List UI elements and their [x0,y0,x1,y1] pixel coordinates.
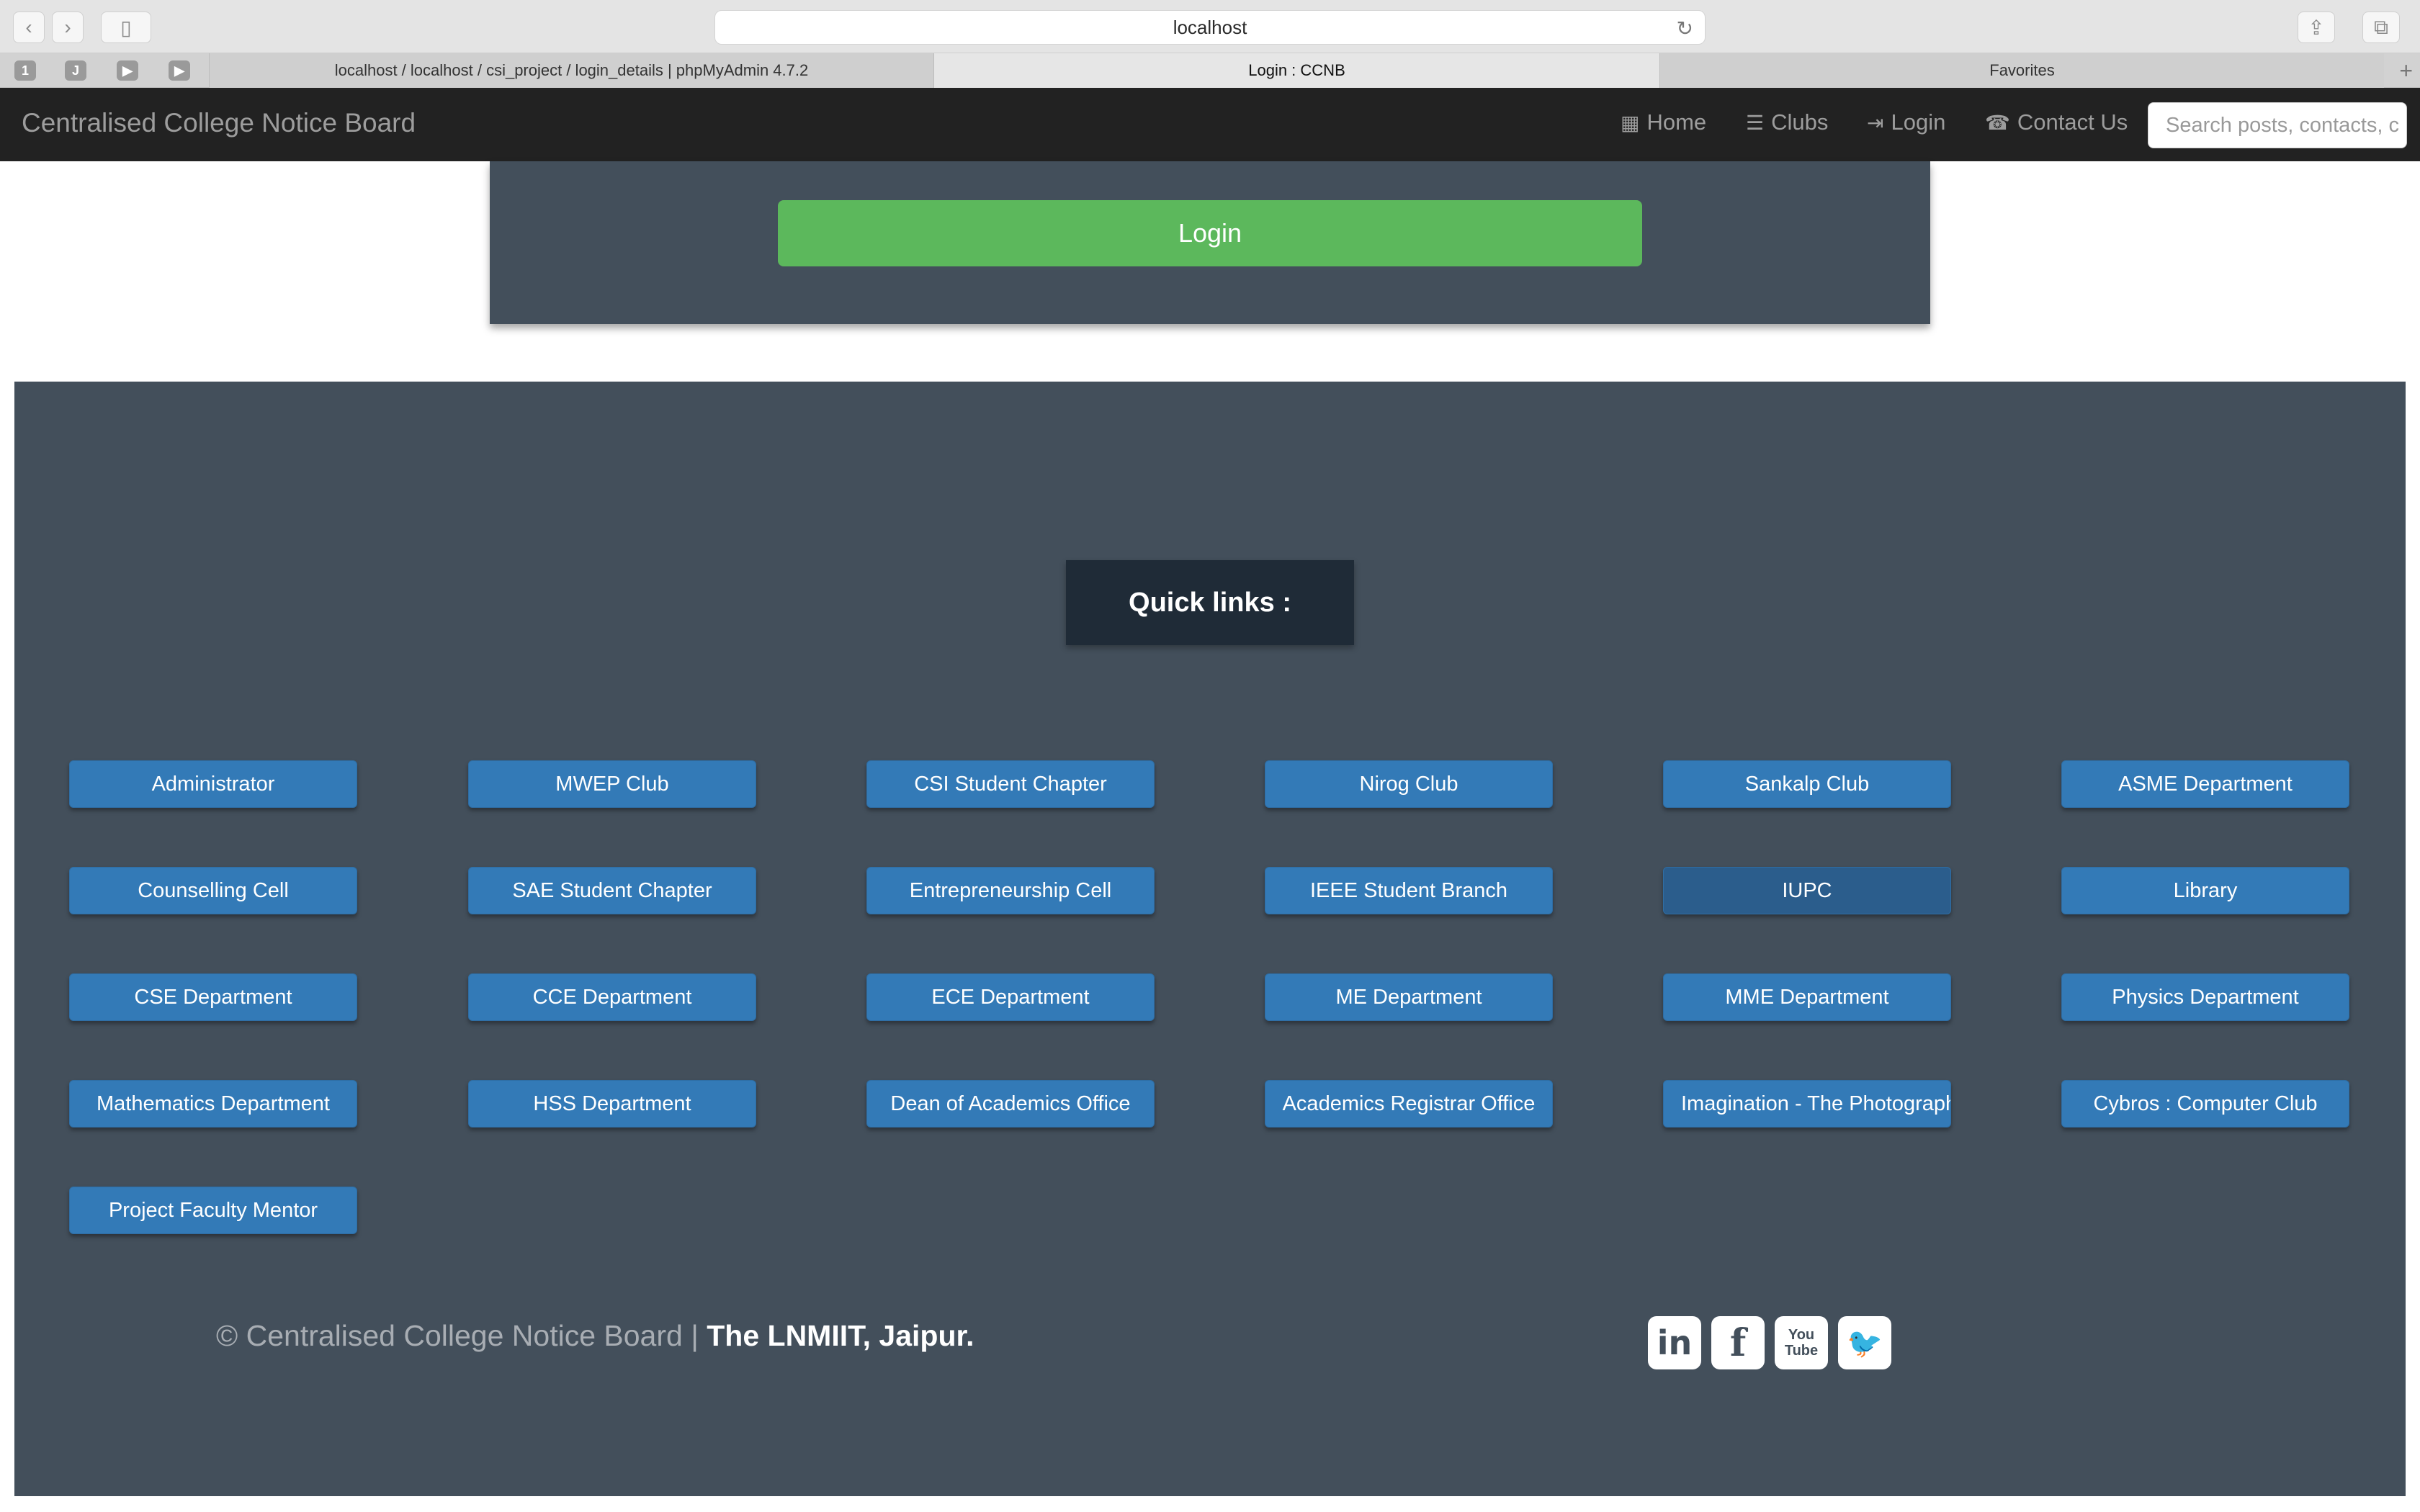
nav-login-label: Login [1891,109,1946,135]
quick-link-project-faculty-mentor[interactable]: Project Faculty Mentor [69,1187,357,1234]
forward-button[interactable]: › [52,12,84,43]
login-button[interactable]: Login [778,200,1642,266]
pinned-tab-youtube-icon[interactable]: ▶ [169,60,190,81]
site-navbar: Centralised College Notice Board ▦ Home … [0,88,2420,161]
quick-link-asme-department[interactable]: ASME Department [2061,760,2349,808]
quick-link-ece-department[interactable]: ECE Department [866,973,1155,1021]
brand-title[interactable]: Centralised College Notice Board [22,108,416,138]
quick-link-academics-registrar-office[interactable]: Academics Registrar Office [1265,1080,1553,1128]
twitter-icon[interactable]: 🐦 [1838,1316,1891,1369]
address-bar[interactable]: localhost ↻ [714,10,1706,45]
quick-link-mwep-club[interactable]: MWEP Club [468,760,756,808]
quick-link-mathematics-department[interactable]: Mathematics Department [69,1080,357,1128]
quick-link-cse-department[interactable]: CSE Department [69,973,357,1021]
quick-link-physics-department[interactable]: Physics Department [2061,973,2349,1021]
share-button[interactable]: ⇪ [2298,12,2335,43]
copyright-prefix: © Centralised College Notice Board | [216,1319,707,1352]
back-button[interactable]: ‹ [13,12,45,43]
quick-link-counselling-cell[interactable]: Counselling Cell [69,867,357,914]
quick-link-administrator[interactable]: Administrator [69,760,357,808]
quick-link-entrepreneurship-cell[interactable]: Entrepreneurship Cell [866,867,1155,914]
quick-links-title: Quick links : [1066,560,1354,645]
linkedin-icon[interactable]: in [1648,1316,1701,1369]
quick-link-library[interactable]: Library [2061,867,2349,914]
footer: Quick links : Administrator MWEP Club CS… [14,382,2406,1496]
new-tab-button[interactable]: + [2399,58,2413,84]
tab-phpmyadmin[interactable]: localhost / localhost / csi_project / lo… [209,53,933,88]
quick-link-nirog-club[interactable]: Nirog Club [1265,760,1553,808]
tab-login-ccnb[interactable]: Login : CCNB [933,53,1659,88]
pinned-tab-j[interactable]: J [65,60,86,81]
reload-icon[interactable]: ↻ [1677,17,1693,40]
nav-home[interactable]: ▦ Home [1621,109,1706,135]
list-icon: ☰ [1746,111,1765,134]
tabs-overview-button[interactable]: ⧉ [2362,12,2400,43]
facebook-icon[interactable]: f [1711,1316,1765,1369]
pinned-tab-youtube-icon[interactable]: ▶ [117,60,138,81]
tab-favorites[interactable]: Favorites [1659,53,2384,88]
url-text: localhost [1173,16,1247,38]
nav-contact[interactable]: ☎ Contact Us [1985,109,2128,135]
quick-link-ieee-student-branch[interactable]: IEEE Student Branch [1265,867,1553,914]
quick-link-cybros-computer-club[interactable]: Cybros : Computer Club [2061,1080,2349,1128]
quick-link-me-department[interactable]: ME Department [1265,973,1553,1021]
quick-link-iupc[interactable]: IUPC [1663,867,1951,914]
login-icon: ⇥ [1867,111,1884,134]
sidebar-toggle-button[interactable]: ▯ [101,12,151,43]
login-panel: Login [490,161,1930,324]
quick-link-sae-student-chapter[interactable]: SAE Student Chapter [468,867,756,914]
quick-link-sankalp-club[interactable]: Sankalp Club [1663,760,1951,808]
pinned-tab-1[interactable]: 1 [14,60,36,81]
quick-link-imagination-photography[interactable]: Imagination - The Photograph [1663,1080,1951,1128]
quick-link-dean-academics-office[interactable]: Dean of Academics Office [866,1080,1155,1128]
copyright-institution: The LNMIIT, Jaipur. [707,1319,974,1352]
quick-link-mme-department[interactable]: MME Department [1663,973,1951,1021]
nav-clubs[interactable]: ☰ Clubs [1746,109,1828,135]
quick-link-cce-department[interactable]: CCE Department [468,973,756,1021]
nav-clubs-label: Clubs [1771,109,1829,135]
nav-login[interactable]: ⇥ Login [1867,109,1945,135]
quick-link-hss-department[interactable]: HSS Department [468,1080,756,1128]
phone-icon: ☎ [1985,111,2010,134]
search-input[interactable]: Search posts, contacts, c [2148,102,2407,148]
nav-contact-label: Contact Us [2017,109,2128,135]
copyright-text: © Centralised College Notice Board | The… [216,1319,974,1353]
browser-toolbar: ‹ › ▯ localhost ↻ ⇪ ⧉ [0,0,2420,53]
youtube-icon[interactable]: You Tube [1775,1316,1828,1369]
nav-home-label: Home [1646,109,1707,135]
grid-icon: ▦ [1621,111,1640,134]
quick-link-csi-student-chapter[interactable]: CSI Student Chapter [866,760,1155,808]
tab-bar: 1 J ▶ ▶ localhost / localhost / csi_proj… [0,53,2420,88]
